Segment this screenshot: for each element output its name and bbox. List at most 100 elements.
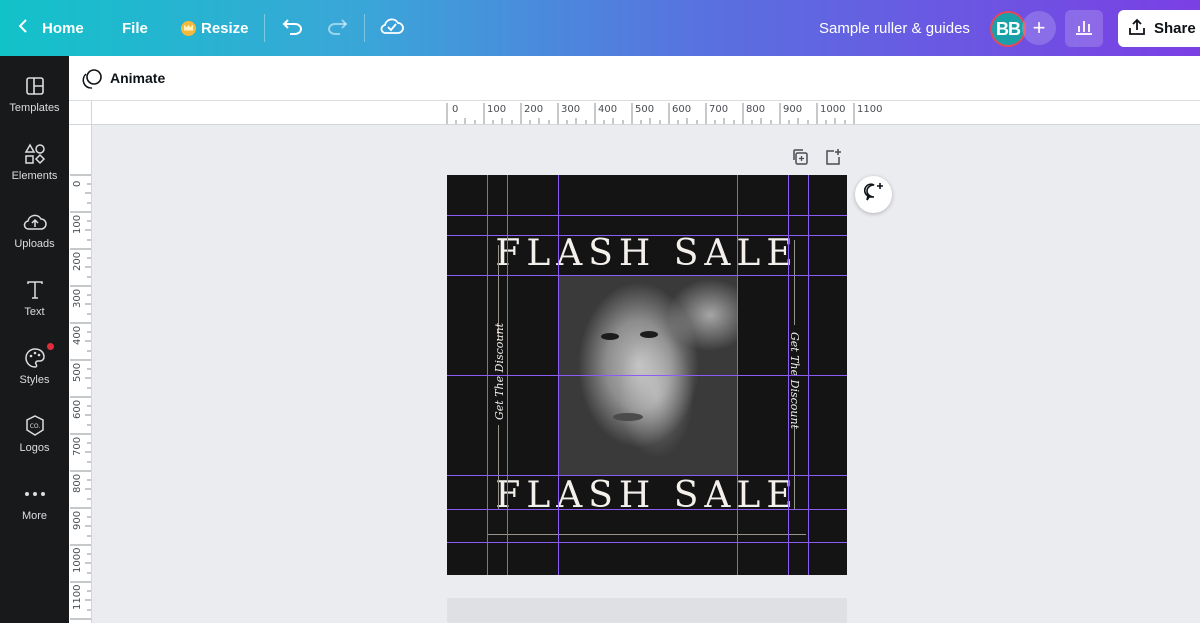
decorative-line [794,425,795,510]
animate-icon [81,68,103,95]
uploads-icon [23,210,47,234]
plus-icon: + [1032,15,1046,40]
ruler-tick-label: 700 [72,436,83,456]
text-icon [23,278,47,302]
ruler-tick-label: 300 [561,104,581,115]
ruler-tick-label: 500 [635,104,655,115]
ruler-tick-label: 400 [72,325,83,345]
share-button[interactable]: Share [1118,10,1200,47]
chevron-left-icon [18,18,28,38]
redo-button[interactable] [326,0,348,56]
top-toolbar: Home File Resize Sample ruller & guides … [0,0,1200,56]
user-avatar[interactable]: BB [990,11,1026,47]
crown-icon [181,20,196,36]
sidebar-item-uploads[interactable]: Uploads [0,204,69,264]
ruler-tick-label: 1000 [820,104,846,115]
resize-button[interactable]: Resize [181,0,249,56]
ruler-tick-label: 1100 [72,584,83,610]
add-page-button[interactable] [824,148,842,171]
sidebar-item-label: Elements [11,170,58,182]
resize-label: Resize [201,19,249,37]
cloud-save-button[interactable] [380,0,404,56]
home-button[interactable]: Home [18,0,84,56]
vertical-ruler[interactable]: 0 100 200 300 400 500 600 700 800 900 10… [69,125,92,623]
ruler-tick-label: 600 [672,104,692,115]
duplicate-icon [791,149,809,170]
undo-button[interactable] [282,0,304,56]
ruler-tick-label: 200 [72,251,83,271]
side-text-left[interactable]: Get The Discount [493,323,506,420]
sidebar-item-styles[interactable]: Styles [0,340,69,400]
ruler-tick-label: 700 [709,104,729,115]
add-comment-button[interactable] [855,176,892,213]
bar-chart-icon [1074,17,1094,40]
side-text-right[interactable]: Get The Discount [788,332,801,429]
logos-icon: CO. [23,414,47,438]
file-label: File [122,19,148,37]
ruler-corner [69,101,92,125]
home-label: Home [42,19,84,37]
cloud-check-icon [380,17,404,39]
toolbar-divider [364,14,365,42]
more-icon [23,482,47,506]
context-toolbar: Animate [69,56,1200,101]
left-sidebar: Templates Elements Uploads Text Styles C… [0,56,69,623]
photo-detail [613,413,643,421]
horizontal-guide[interactable] [447,215,847,216]
sidebar-item-more[interactable]: More [0,476,69,536]
svg-text:CO.: CO. [29,423,40,430]
sidebar-item-label: More [21,510,48,522]
horizontal-guide[interactable] [447,542,847,543]
add-collaborator-button[interactable]: + [1022,11,1056,45]
next-page-preview[interactable] [447,598,847,623]
horizontal-guide[interactable] [447,235,847,236]
palette-icon [23,346,47,370]
design-title[interactable]: Sample ruller & guides [819,0,970,56]
photo-detail [601,333,619,340]
decorative-line [488,534,806,535]
ruler-tick-label: 500 [72,362,83,382]
design-page[interactable]: FLASH SALE FLASH SALE Get The Discount G… [447,175,847,575]
share-label: Share [1154,20,1196,37]
undo-icon [282,17,304,39]
upload-share-icon [1128,18,1146,40]
sidebar-item-label: Logos [19,442,50,454]
file-menu-button[interactable]: File [122,0,148,56]
ruler-tick-label: 1000 [72,547,83,573]
sidebar-item-label: Uploads [14,238,55,250]
ruler-tick-label: 0 [72,180,83,187]
add-page-icon [824,149,842,170]
sidebar-item-text[interactable]: Text [0,272,69,332]
ruler-tick-label: 900 [783,104,803,115]
ruler-tick-label: 0 [452,104,459,115]
decorative-line [794,240,795,325]
elements-icon [23,142,47,166]
ruler-tick-label: 900 [72,510,83,530]
ruler-tick-label: 600 [72,399,83,419]
sidebar-item-logos[interactable]: CO. Logos [0,408,69,468]
sidebar-item-label: Text [24,306,45,318]
sidebar-item-elements[interactable]: Elements [0,136,69,196]
insights-button[interactable] [1065,10,1103,47]
redo-icon [326,17,348,39]
ruler-tick-label: 200 [524,104,544,115]
ruler-tick-label: 800 [72,473,83,493]
ruler-tick-label: 800 [746,104,766,115]
sidebar-item-label: Styles [19,374,50,386]
horizontal-guide[interactable] [447,509,847,510]
horizontal-guide[interactable] [447,275,847,276]
ruler-tick-label: 300 [72,288,83,308]
duplicate-page-button[interactable] [791,148,809,171]
ruler-tick-label: 100 [487,104,507,115]
ruler-tick-label: 100 [72,214,83,234]
ruler-tick-label: 1100 [857,104,883,115]
notification-dot [47,343,54,350]
horizontal-guide[interactable] [447,475,847,476]
comment-plus-icon [863,182,884,207]
toolbar-divider [264,14,265,42]
sidebar-item-templates[interactable]: Templates [0,68,69,128]
sidebar-item-label: Templates [9,102,60,114]
animate-button[interactable]: Animate [110,70,165,86]
horizontal-ruler[interactable]: 0 100 200 300 400 500 600 700 800 900 10… [69,101,1200,125]
horizontal-guide[interactable] [447,375,847,376]
